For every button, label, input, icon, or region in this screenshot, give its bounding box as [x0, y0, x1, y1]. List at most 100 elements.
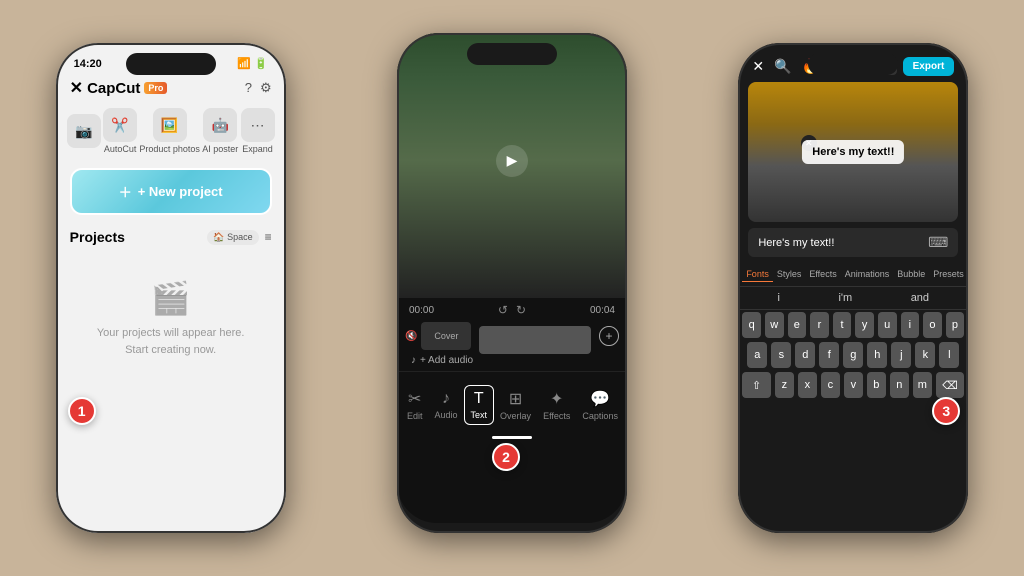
text-tool[interactable]: T Text: [464, 385, 495, 425]
ai-poster-item[interactable]: 🤖 AI poster: [202, 108, 238, 154]
text-input-content[interactable]: Here's my text!!: [758, 237, 834, 249]
text-input-bar: Here's my text!! ⌨: [748, 228, 958, 257]
key-shift[interactable]: ⇧: [742, 372, 771, 398]
close-icon[interactable]: ✕: [752, 58, 764, 75]
export-button[interactable]: Export: [903, 57, 955, 76]
effects-tool[interactable]: ✦ Effects: [537, 385, 576, 425]
key-o[interactable]: o: [923, 312, 942, 338]
redo-icon[interactable]: ↻: [516, 303, 526, 317]
add-clip-button[interactable]: +: [599, 326, 619, 346]
new-project-label: + New project: [138, 184, 223, 199]
keyboard-toggle-icon[interactable]: ⌨: [928, 234, 948, 251]
settings-icon[interactable]: ⚙: [260, 80, 272, 96]
edit-tool[interactable]: ✂ Edit: [401, 385, 429, 425]
key-e[interactable]: e: [788, 312, 807, 338]
status-icons: 📶 🔋: [237, 57, 267, 70]
autocut-label: AutoCut: [104, 144, 137, 154]
key-s[interactable]: s: [771, 342, 791, 368]
audio-tool[interactable]: ♪ Audio: [429, 386, 464, 424]
key-d[interactable]: d: [795, 342, 815, 368]
edit-label: Edit: [407, 411, 423, 421]
cover-label: Cover: [434, 331, 458, 341]
video-area: ✕ Here's my text!!: [748, 82, 958, 222]
audio-icon: ♪: [442, 390, 450, 408]
tab-effects[interactable]: Effects: [805, 267, 840, 282]
media-toolbar: 📷 ✂️ AutoCut 🖼️ Product photos 🤖 AI post…: [56, 102, 286, 160]
tab-presets[interactable]: Presets: [929, 267, 968, 282]
key-y[interactable]: y: [855, 312, 874, 338]
bottom-toolbar: ✂ Edit ♪ Audio T Text ⊞ Overlay ✦ Effect…: [397, 371, 627, 436]
key-q[interactable]: q: [742, 312, 761, 338]
edit-icon: ✂: [408, 389, 421, 409]
audio-label: Audio: [435, 410, 458, 420]
notch-2: [467, 43, 557, 65]
product-icon: 🖼️: [153, 108, 187, 142]
camera-icon: 📷: [67, 114, 101, 148]
effects-icon: ✦: [550, 389, 563, 409]
tab-animations[interactable]: Animations: [841, 267, 894, 282]
key-a[interactable]: a: [747, 342, 767, 368]
key-k[interactable]: k: [915, 342, 935, 368]
tab-fonts[interactable]: Fonts: [742, 267, 773, 282]
key-t[interactable]: t: [833, 312, 852, 338]
key-l[interactable]: l: [939, 342, 959, 368]
pro-badge: Pro: [144, 82, 167, 94]
tab-styles[interactable]: Styles: [773, 267, 806, 282]
key-p[interactable]: p: [946, 312, 965, 338]
suggestion-and[interactable]: and: [911, 292, 929, 304]
key-i[interactable]: i: [901, 312, 920, 338]
key-j[interactable]: j: [891, 342, 911, 368]
key-f[interactable]: f: [819, 342, 839, 368]
keyboard: q w e r t y u i o p a s d f g h: [738, 310, 968, 404]
camera-item[interactable]: 📷: [67, 114, 101, 148]
time-display: 14:20: [74, 58, 102, 70]
mute-icon[interactable]: 🔇: [405, 331, 417, 342]
search-icon[interactable]: 🔍: [774, 58, 791, 75]
key-w[interactable]: w: [765, 312, 784, 338]
empty-text: Your projects will appear here.Start cre…: [97, 325, 245, 358]
captions-tool[interactable]: 💬 Captions: [576, 385, 624, 425]
suggestion-im[interactable]: i'm: [838, 292, 852, 304]
projects-header: Projects 🏠 Space ≡: [56, 223, 286, 249]
sort-icon[interactable]: ≡: [265, 230, 272, 244]
tab-bubble[interactable]: Bubble: [893, 267, 929, 282]
capcut-x-icon: ✕: [70, 78, 83, 98]
ai-icon: 🤖: [203, 108, 237, 142]
key-b[interactable]: b: [867, 372, 886, 398]
key-c[interactable]: c: [821, 372, 840, 398]
question-icon[interactable]: ?: [245, 80, 252, 96]
autocut-item[interactable]: ✂️ AutoCut: [103, 108, 137, 154]
edit-tabs: Fonts Styles Effects Animations Bubble P…: [738, 263, 968, 287]
key-z[interactable]: z: [775, 372, 794, 398]
play-button[interactable]: ▶: [496, 145, 528, 177]
key-h[interactable]: h: [867, 342, 887, 368]
key-u[interactable]: u: [878, 312, 897, 338]
captions-label: Captions: [582, 411, 618, 421]
step-badge-1: 1: [68, 397, 96, 425]
key-backspace[interactable]: ⌫: [936, 372, 965, 398]
key-r[interactable]: r: [810, 312, 829, 338]
notch-1: [126, 53, 216, 75]
key-x[interactable]: x: [798, 372, 817, 398]
expand-item[interactable]: ⋯ Expand: [241, 108, 275, 154]
timeline-controls: 00:00 ↺ ↻ 00:04: [397, 298, 627, 322]
phone-1: 14:20 📶 🔋 ✕ CapCut Pro ? ⚙ 📷: [56, 43, 286, 533]
aspect-ratio-tool[interactable]: ⬜ Aspect ratio: [624, 380, 627, 430]
key-n[interactable]: n: [890, 372, 909, 398]
projects-title: Projects: [70, 229, 125, 245]
overlay-icon: ⊞: [509, 389, 522, 409]
plus-icon: ＋: [119, 182, 132, 201]
phone-2: ▶ 00:00 ↺ ↻ 00:04 🔇 Cover + ♪ + Add audi…: [397, 33, 627, 533]
text-bubble[interactable]: Here's my text!!: [802, 140, 904, 164]
key-m[interactable]: m: [913, 372, 932, 398]
kb-row-2: a s d f g h j k l: [742, 342, 964, 368]
key-v[interactable]: v: [844, 372, 863, 398]
overlay-tool[interactable]: ⊞ Overlay: [494, 385, 537, 425]
key-g[interactable]: g: [843, 342, 863, 368]
product-item[interactable]: 🖼️ Product photos: [139, 108, 200, 154]
suggestion-i[interactable]: i: [778, 292, 780, 304]
undo-icon[interactable]: ↺: [498, 303, 508, 317]
new-project-button[interactable]: ＋ + New project: [70, 168, 272, 215]
text-icon: T: [474, 390, 484, 408]
music-icon: ♪: [411, 355, 416, 366]
